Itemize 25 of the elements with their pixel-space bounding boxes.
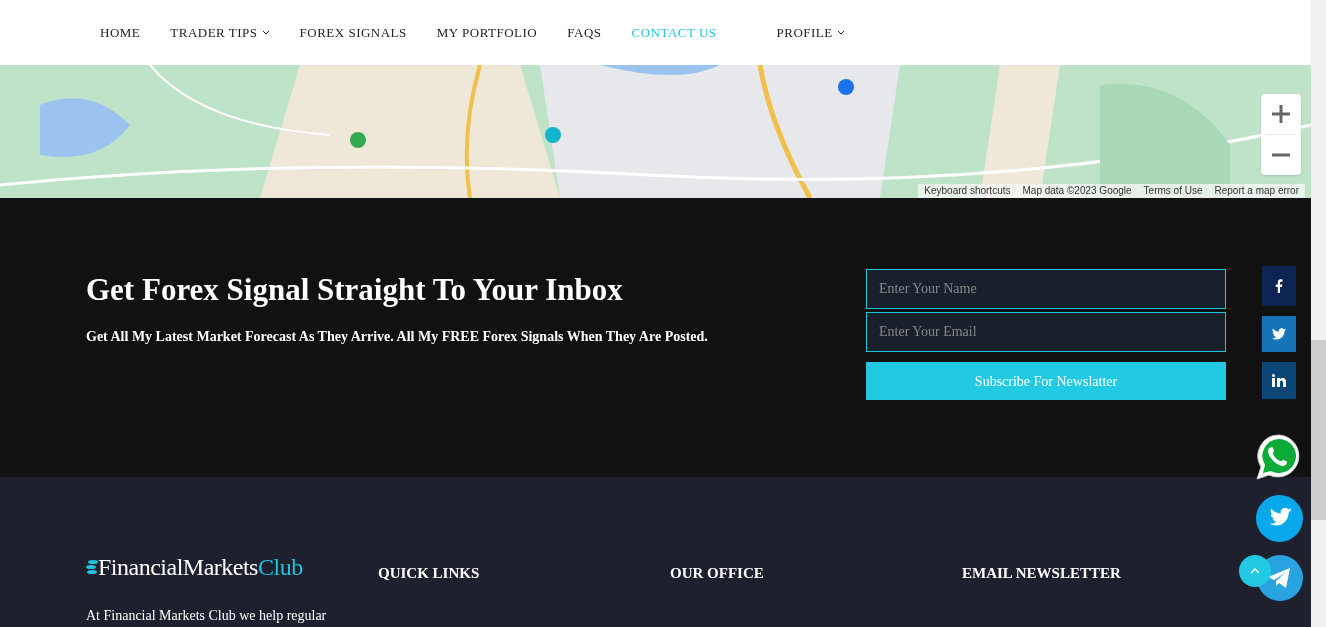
footer-heading: OUR OFFICE (670, 564, 765, 583)
nav-link[interactable]: HOME (100, 22, 141, 43)
map-attribution-link[interactable]: Map data ©2023 Google (1016, 184, 1138, 198)
nav-link[interactable]: PROFILE (776, 22, 845, 43)
name-field[interactable]: Enter Your Name (866, 269, 1226, 309)
nav-link[interactable]: FAQS (567, 22, 602, 43)
linkedin-icon[interactable] (1262, 362, 1296, 399)
facebook-icon[interactable] (1262, 266, 1296, 306)
nav-link[interactable]: FOREX SIGNALS (299, 22, 407, 43)
nav-link[interactable]: MY PORTFOLIO (436, 22, 538, 43)
logo[interactable]: FinancialMarketsClub (98, 555, 303, 579)
about-text: At Financial Markets Club we help regular (86, 607, 328, 625)
email-field[interactable]: Enter Your Email (866, 312, 1226, 352)
map-attribution-link[interactable]: Keyboard shortcuts (918, 184, 1017, 198)
map-attribution-link[interactable]: Report a map error (1208, 184, 1305, 198)
twitter-icon[interactable] (1256, 495, 1303, 542)
whatsapp-icon[interactable] (1255, 433, 1303, 481)
map-attribution-link[interactable]: Terms of Use (1137, 184, 1209, 198)
newsletter-subtitle: Get All My Latest Market Forecast As They Arrive. All My FREE Forex Signals When They Are Posted. (86, 328, 709, 346)
chevron-up-icon (1250, 568, 1260, 574)
newsletter-title: Get Forex Signal Straight To Your Inbox (86, 271, 624, 309)
coins-icon (86, 559, 98, 575)
footer-heading: EMAIL NEWSLETTER (962, 564, 1122, 583)
nav-link[interactable]: TRADER TIPS (170, 22, 270, 43)
footer-heading: QUICK LINKS (378, 564, 481, 583)
